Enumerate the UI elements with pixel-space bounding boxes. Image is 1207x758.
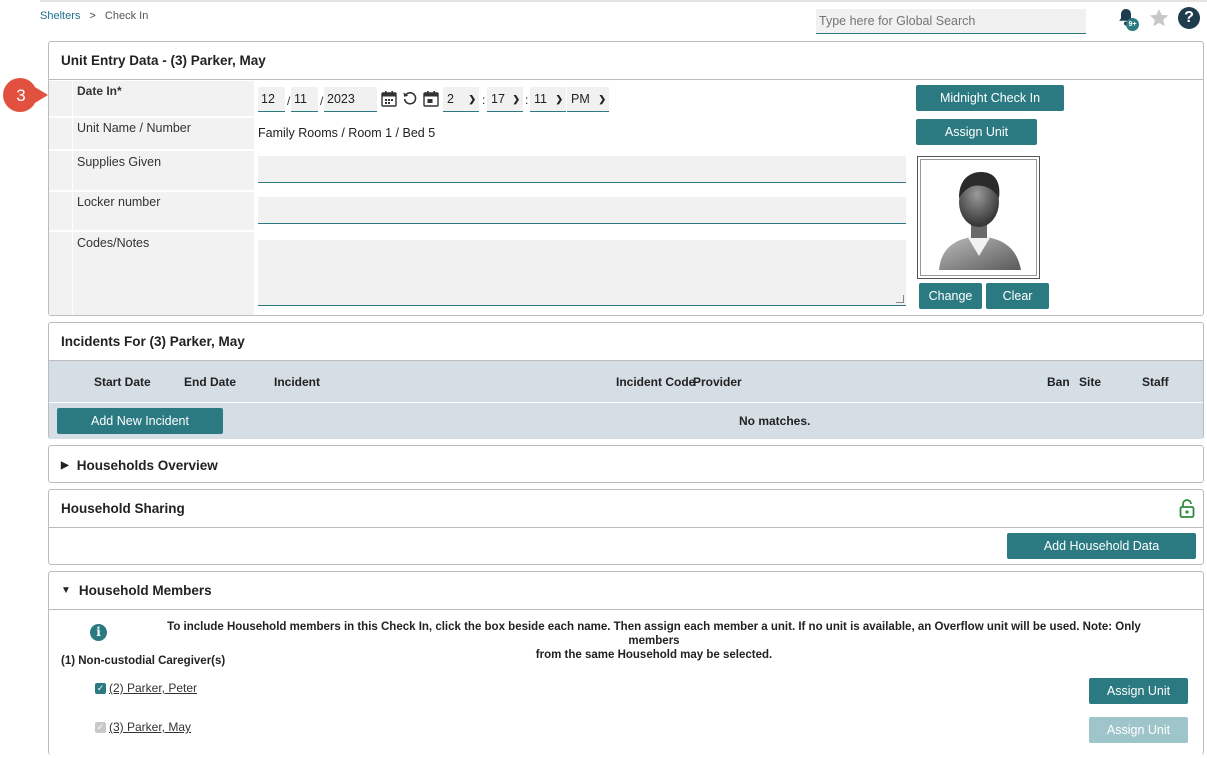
households-overview-panel[interactable]: ▶ Households Overview bbox=[48, 445, 1204, 483]
col-incident[interactable]: Incident bbox=[274, 375, 320, 389]
incidents-table-body: Add New Incident No matches. bbox=[49, 403, 1203, 439]
midnight-check-in-button[interactable]: Midnight Check In bbox=[916, 85, 1064, 111]
member-row: ✓ (3) Parker, May bbox=[95, 720, 191, 734]
member-assign-unit-button-disabled: Assign Unit bbox=[1089, 717, 1188, 743]
assign-unit-button[interactable]: Assign Unit bbox=[916, 119, 1037, 145]
household-members-header[interactable]: ▼ Household Members bbox=[49, 572, 1203, 610]
col-start-date[interactable]: Start Date bbox=[94, 375, 151, 389]
caregiver-group-label: (1) Non-custodial Caregiver(s) bbox=[61, 655, 226, 667]
info-icon: i bbox=[90, 624, 107, 641]
member-checkbox-disabled: ✓ bbox=[95, 721, 106, 733]
col-provider[interactable]: Provider bbox=[693, 375, 742, 389]
add-new-incident-button[interactable]: Add New Incident bbox=[57, 408, 223, 434]
row-divider bbox=[49, 149, 254, 151]
second-select[interactable]: 11 ❯ bbox=[530, 87, 566, 112]
favorite-star-icon[interactable] bbox=[1148, 7, 1170, 29]
step-marker-badge: 3 bbox=[2, 77, 50, 113]
codes-notes-textarea[interactable] bbox=[258, 240, 906, 306]
household-sharing-panel: Household Sharing Add Household Data bbox=[48, 489, 1204, 565]
unit-name-value: Family Rooms / Room 1 / Bed 5 bbox=[258, 126, 436, 140]
date-month-input[interactable]: 12 bbox=[258, 87, 285, 112]
row-divider bbox=[49, 116, 254, 118]
member-checkbox[interactable]: ✓ bbox=[95, 682, 106, 694]
breadcrumb-separator: > bbox=[89, 10, 96, 22]
supplies-given-input[interactable] bbox=[258, 156, 906, 183]
caret-right-icon: ▶ bbox=[61, 459, 69, 471]
member-row: ✓ (2) Parker, Peter bbox=[95, 681, 197, 695]
col-ban[interactable]: Ban bbox=[1047, 375, 1070, 389]
row-divider bbox=[49, 230, 254, 232]
no-matches-text: No matches. bbox=[739, 414, 811, 428]
calendar-icon[interactable] bbox=[381, 90, 397, 107]
time-separator: : bbox=[482, 93, 486, 107]
col-staff[interactable]: Staff bbox=[1142, 375, 1169, 389]
ampm-select[interactable]: PM ❯ bbox=[567, 87, 609, 112]
member-name-link[interactable]: (2) Parker, Peter bbox=[109, 681, 197, 695]
caret-down-icon: ▼ bbox=[61, 585, 71, 596]
change-photo-button[interactable]: Change bbox=[919, 283, 982, 309]
minute-select[interactable]: 17 ❯ bbox=[487, 87, 523, 112]
supplies-given-label: Supplies Given bbox=[77, 155, 162, 169]
household-sharing-title: Household Sharing bbox=[49, 490, 1203, 528]
date-year-input[interactable]: 2023 bbox=[324, 87, 377, 112]
breadcrumb-shelters-link[interactable]: Shelters bbox=[40, 10, 80, 22]
unit-entry-title: Unit Entry Data - (3) Parker, May bbox=[49, 42, 1203, 80]
member-assign-unit-button[interactable]: Assign Unit bbox=[1089, 678, 1188, 704]
help-icon[interactable]: ? bbox=[1178, 7, 1200, 29]
global-search-input[interactable] bbox=[816, 9, 1086, 34]
row-divider bbox=[49, 190, 254, 192]
top-icons: 9+ ? bbox=[1114, 6, 1200, 31]
household-members-instructions: To include Household members in this Che… bbox=[167, 621, 1141, 661]
incidents-table-header: Start Date End Date Incident Incident Co… bbox=[49, 361, 1203, 403]
households-overview-header[interactable]: ▶ Households Overview bbox=[49, 446, 1203, 484]
unlocked-icon[interactable] bbox=[1179, 499, 1195, 518]
incidents-title: Incidents For (3) Parker, May bbox=[49, 323, 1203, 361]
locker-number-input[interactable] bbox=[258, 197, 906, 224]
hour-select[interactable]: 2 ❯ bbox=[443, 87, 479, 112]
step-number: 3 bbox=[16, 86, 26, 105]
member-name-link[interactable]: (3) Parker, May bbox=[109, 720, 191, 734]
col-end-date[interactable]: End Date bbox=[184, 375, 236, 389]
breadcrumb-current: Check In bbox=[104, 10, 149, 22]
col-incident-code[interactable]: Incident Code bbox=[616, 375, 695, 389]
notifications-bell-icon[interactable]: 9+ bbox=[1114, 6, 1140, 31]
date-separator: / bbox=[320, 94, 324, 108]
person-avatar-icon bbox=[939, 172, 1021, 270]
reset-icon[interactable] bbox=[402, 90, 418, 106]
locker-number-label: Locker number bbox=[77, 195, 161, 209]
date-separator: / bbox=[287, 94, 291, 108]
client-photo bbox=[917, 156, 1040, 279]
codes-notes-label: Codes/Notes bbox=[77, 236, 150, 250]
time-calendar-icon[interactable] bbox=[423, 90, 439, 107]
incidents-panel: Incidents For (3) Parker, May Start Date… bbox=[48, 322, 1204, 439]
breadcrumb: Shelters > Check In bbox=[40, 10, 148, 22]
clear-photo-button[interactable]: Clear bbox=[986, 283, 1049, 309]
household-members-panel: ▼ Household Members i To include Househol… bbox=[48, 571, 1204, 755]
unit-entry-panel: Unit Entry Data - (3) Parker, May Date I… bbox=[48, 41, 1204, 316]
resize-handle[interactable] bbox=[896, 295, 904, 303]
unit-name-label: Unit Name / Number bbox=[77, 121, 191, 135]
date-in-label: Date In* bbox=[77, 84, 122, 98]
time-separator: : bbox=[525, 93, 529, 107]
notification-count-badge: 9+ bbox=[1126, 18, 1139, 31]
add-household-data-button[interactable]: Add Household Data bbox=[1007, 533, 1196, 559]
date-day-input[interactable]: 11 bbox=[291, 87, 318, 112]
col-site[interactable]: Site bbox=[1079, 375, 1101, 389]
